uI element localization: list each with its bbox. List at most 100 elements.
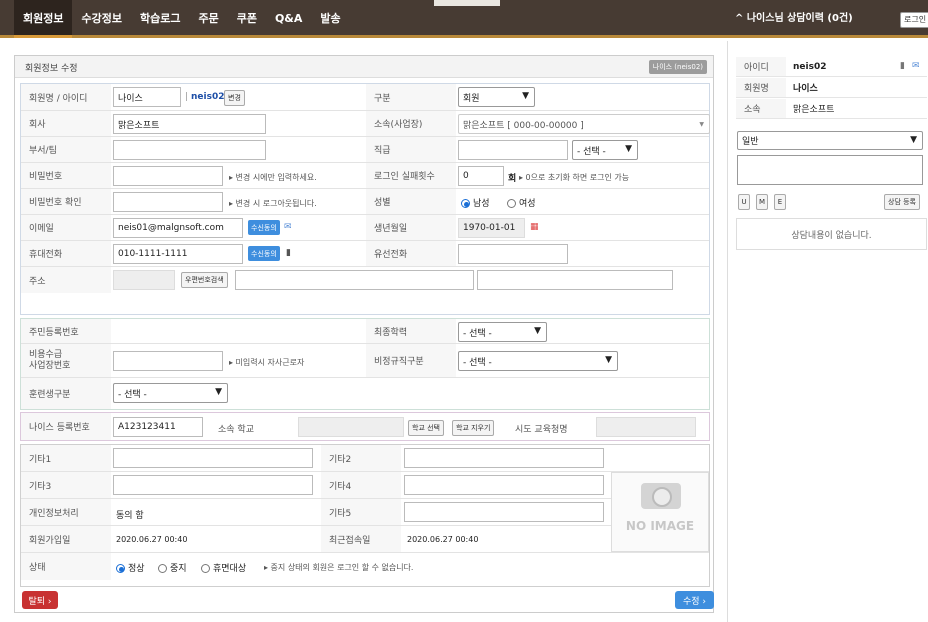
panel-title: 회원정보 수정 <box>25 64 78 74</box>
company-label: 회사 <box>21 111 111 136</box>
zipcode-input[interactable] <box>113 270 175 290</box>
profile-image-placeholder[interactable]: NO IMAGE <box>611 472 709 552</box>
consult-info-row: 아이디 neis02 ▮ ✉ <box>736 57 927 77</box>
login-button[interactable]: 로그인 <box>900 12 928 28</box>
etc1-input[interactable] <box>113 448 313 468</box>
tab-send[interactable]: 발송 <box>311 0 349 38</box>
form-row: 상태 정상 중지 휴면대상 ▸ 중지 상태의 회원은 로그인 할 수 없습니다. <box>21 553 709 580</box>
consult-history-title[interactable]: ^ 나이스님 상담이력 (0건) <box>735 0 853 38</box>
consult-empty-message: 상담내용이 없습니다. <box>736 218 927 250</box>
company-input[interactable]: 맑은소프트 <box>113 114 266 134</box>
irregular-select[interactable]: - 선택 - ▼ <box>458 351 618 371</box>
privacy-label: 개인정보처리 <box>21 499 111 525</box>
save-button[interactable]: 수정 › <box>675 591 714 609</box>
etc2-label: 기타2 <box>321 445 401 471</box>
consult-id-label: 아이디 <box>736 57 786 76</box>
radio-icon <box>158 564 167 573</box>
trainee-select[interactable]: - 선택 - ▼ <box>113 383 228 403</box>
education-label: 최종학력 <box>366 319 456 343</box>
gender-male-radio[interactable]: 남성 <box>461 196 490 209</box>
zipcode-search-button[interactable]: 우편번호검색 <box>181 272 228 288</box>
calendar-icon[interactable]: ▦ <box>530 222 539 232</box>
name-input[interactable]: 나이스 <box>113 87 181 107</box>
form-row: 개인정보처리 동의 함 기타5 <box>21 499 709 526</box>
consult-affil-value: 맑은소프트 <box>793 105 835 115</box>
chevron-down-icon: ▼ <box>699 121 704 128</box>
ssn-label: 주민등록번호 <box>21 319 111 343</box>
consult-category-select[interactable]: 일반 ▼ <box>737 131 923 150</box>
office-input[interactable] <box>596 417 696 437</box>
no-image-text: NO IMAGE <box>625 519 695 533</box>
status-dormant-radio[interactable]: 휴면대상 <box>201 561 246 574</box>
password-confirm-input[interactable] <box>113 192 223 212</box>
m-button[interactable]: M <box>756 194 768 210</box>
change-id-button[interactable]: 변경 <box>224 90 245 106</box>
type-select[interactable]: 회원 ▼ <box>458 87 535 107</box>
etc5-label: 기타5 <box>321 499 401 525</box>
mobile-input[interactable]: 010-1111-1111 <box>113 244 243 264</box>
status-normal-radio[interactable]: 정상 <box>116 561 145 574</box>
status-stop-radio[interactable]: 중지 <box>158 561 187 574</box>
address-label: 주소 <box>21 267 111 293</box>
consult-textarea[interactable] <box>737 155 923 185</box>
phone-input[interactable] <box>458 244 568 264</box>
education-select[interactable]: - 선택 - ▼ <box>458 322 547 342</box>
etc4-input[interactable] <box>404 475 604 495</box>
status-normal-label: 정상 <box>128 564 145 574</box>
form-row: 기타3 기타4 <box>21 472 709 499</box>
email-input[interactable]: neis01@malgnsoft.com <box>113 218 243 238</box>
password-input[interactable] <box>113 166 223 186</box>
camera-icon <box>641 483 681 509</box>
etc2-input[interactable] <box>404 448 604 468</box>
login-fail-label: 로그인 실패횟수 <box>366 163 456 188</box>
biz-label-line1: 비용수급 <box>29 349 63 360</box>
etc5-input[interactable] <box>404 502 604 522</box>
etc3-input[interactable] <box>113 475 313 495</box>
sms-agree-badge[interactable]: 수신동의 <box>248 246 280 261</box>
consult-register-button[interactable]: 상담 등록 <box>884 194 920 210</box>
top-navigation-bar: 회원정보 수강정보 학습로그 주문 쿠폰 Q&A 발송 ^ 나이스님 상담이력 … <box>0 0 928 38</box>
affiliation-select[interactable]: 맑은소프트 [ 000-00-00000 ] ▼ <box>458 114 710 134</box>
employment-section: 주민등록번호 최종학력 - 선택 - ▼ 비용수급 사업장번호 ▸ 미입력시 자사근… <box>20 318 710 410</box>
login-fail-input[interactable]: 0 <box>458 166 504 186</box>
chevron-down-icon: ▼ <box>522 91 529 101</box>
tab-member-info[interactable]: 회원정보 <box>14 0 73 38</box>
user-id-text: neis02 <box>191 92 225 102</box>
address2-input[interactable] <box>477 270 673 290</box>
neis-label: 나이스 등록번호 <box>21 413 111 440</box>
school-select-button[interactable]: 학교 선택 <box>408 420 444 436</box>
email-agree-badge[interactable]: 수신동의 <box>248 220 280 235</box>
school-clear-button[interactable]: 학교 지우기 <box>452 420 495 436</box>
address1-input[interactable] <box>235 270 474 290</box>
form-row: 휴대전화 010-1111-1111 수신동의 ▮ 유선전화 <box>21 241 709 267</box>
tab-learning-log[interactable]: 학습로그 <box>131 0 189 38</box>
birth-input[interactable]: 1970-01-01 <box>458 218 525 238</box>
chevron-down-icon: ▼ <box>215 387 222 397</box>
mail-icon[interactable]: ✉ <box>912 61 920 71</box>
type-value: 회원 <box>463 93 480 104</box>
school-input[interactable] <box>298 417 404 437</box>
gender-female-radio[interactable]: 여성 <box>507 196 536 209</box>
name-id-label: 회원명 / 아이디 <box>21 84 111 110</box>
consult-id-value: neis02 <box>793 61 827 72</box>
tab-qna[interactable]: Q&A <box>266 0 311 38</box>
phone-icon: ▮ <box>286 248 291 258</box>
member-edit-panel: 회원정보 수정 나이스 (neis02) 회원명 / 아이디 나이스 | nei… <box>14 55 714 613</box>
position-select[interactable]: - 선택 - ▼ <box>572 140 638 160</box>
tab-orders[interactable]: 주문 <box>189 0 227 38</box>
neis-input[interactable]: A123123411 <box>113 417 203 437</box>
tab-course-info[interactable]: 수강정보 <box>72 0 130 38</box>
radio-selected-icon <box>116 564 125 573</box>
password-label: 비밀번호 <box>21 163 111 188</box>
e-button[interactable]: E <box>774 194 786 210</box>
consult-name-value: 나이스 <box>793 84 818 94</box>
withdraw-button[interactable]: 탈퇴 › <box>22 591 58 609</box>
consult-info-row: 소속 맑은소프트 <box>736 99 927 119</box>
u-button[interactable]: U <box>738 194 750 210</box>
type-label: 구분 <box>366 84 456 110</box>
tab-coupons[interactable]: 쿠폰 <box>228 0 266 38</box>
position-label: 직급 <box>366 137 456 162</box>
dept-input[interactable] <box>113 140 266 160</box>
position-input[interactable] <box>458 140 568 160</box>
biz-number-input[interactable] <box>113 351 223 371</box>
